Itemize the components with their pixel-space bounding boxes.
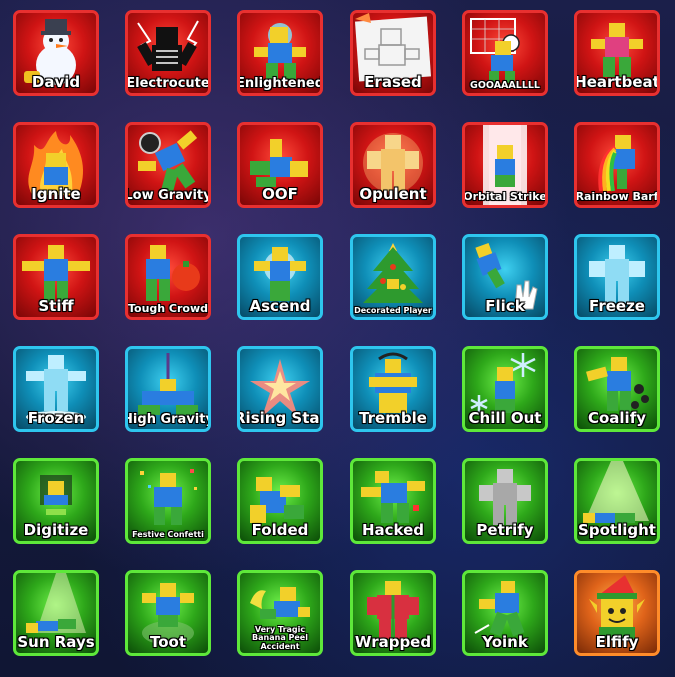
coal-icon xyxy=(586,357,649,411)
emote-tile-gooaaallll[interactable]: GOOAAALLLL xyxy=(462,10,548,96)
emote-tile-tremble[interactable]: Tremble xyxy=(350,346,436,432)
elf-hat-icon xyxy=(589,575,645,639)
emote-tile-festive-confetti[interactable]: Festive Confetti xyxy=(125,458,211,544)
emote-tile-frozen[interactable]: Frozen xyxy=(13,346,99,432)
tomato-icon xyxy=(146,245,200,301)
banana-peel-icon xyxy=(250,587,310,619)
gas-cloud-icon xyxy=(142,583,194,645)
emote-tile-coalify[interactable]: Coalify xyxy=(574,346,660,432)
emote-tile-spotlight[interactable]: Spotlight xyxy=(574,458,660,544)
emote-tile-toot[interactable]: Toot xyxy=(125,570,211,656)
emote-tile-digitize[interactable]: Digitize xyxy=(13,458,99,544)
emote-tile-opulent[interactable]: Opulent xyxy=(350,122,436,208)
sun-rays-icon xyxy=(26,573,86,633)
emote-tile-chill-out[interactable]: Chill Out xyxy=(462,346,548,432)
fallen-avatar-icon xyxy=(250,139,308,187)
emote-tile-flick[interactable]: Flick xyxy=(462,234,548,320)
snowman-icon xyxy=(24,19,76,85)
stone-avatar-icon xyxy=(479,469,531,525)
emote-tile-electrocute[interactable]: Electrocute xyxy=(125,10,211,96)
digital-cube-icon xyxy=(40,475,72,515)
heartbeat-icon xyxy=(591,23,643,77)
emote-tile-high-gravity[interactable]: High Gravity xyxy=(125,346,211,432)
spotlight-icon xyxy=(583,461,649,523)
fire-icon xyxy=(28,131,84,195)
emote-tile-tough-crowd[interactable]: Tough Crowd xyxy=(125,234,211,320)
emote-tile-sun-rays[interactable]: Sun Rays xyxy=(13,570,99,656)
astronaut-helmet-icon xyxy=(138,130,198,193)
emote-tile-low-gravity[interactable]: Low Gravity xyxy=(125,122,211,208)
emote-tile-heartbeat[interactable]: Heartbeat xyxy=(574,10,660,96)
golden-avatar-icon xyxy=(363,133,423,193)
emote-tile-rainbow-barf[interactable]: Rainbow Barf xyxy=(574,122,660,208)
t-pose-icon xyxy=(22,245,90,303)
emote-tile-folded[interactable]: Folded xyxy=(237,458,323,544)
emote-tile-orbital-strike[interactable]: Orbital Strike xyxy=(462,122,548,208)
trembling-avatar-icon xyxy=(369,352,417,413)
emote-tile-elfify[interactable]: Elfify xyxy=(574,570,660,656)
emote-tile-enlightened[interactable]: Enlightened xyxy=(237,10,323,96)
emote-tile-very-tragic-banana-peel-accident[interactable]: Very Tragic Banana Peel Accident xyxy=(237,570,323,656)
yoink-hook-icon xyxy=(474,581,525,637)
glitch-avatar-icon xyxy=(361,471,425,523)
skeleton-lightning-icon xyxy=(137,20,199,71)
christmas-tree-icon xyxy=(363,243,423,303)
emote-tile-stiff[interactable]: Stiff xyxy=(13,234,99,320)
gift-wrap-icon xyxy=(367,581,419,639)
flick-hand-icon xyxy=(475,242,538,310)
gravity-icon xyxy=(138,353,198,415)
confetti-icon xyxy=(140,469,197,525)
light-beam-icon xyxy=(483,125,527,205)
rainbow-icon xyxy=(598,135,635,192)
glowing-orb-icon xyxy=(254,23,306,79)
folded-avatar-icon xyxy=(250,477,304,523)
snowflake-icon xyxy=(470,353,536,413)
soccer-goal-icon xyxy=(470,18,520,83)
emote-tile-yoink[interactable]: Yoink xyxy=(462,570,548,656)
frozen-avatar-icon xyxy=(589,245,645,303)
emote-tile-erased[interactable]: Erased xyxy=(350,10,436,96)
emote-tile-hacked[interactable]: Hacked xyxy=(350,458,436,544)
ice-statue-icon xyxy=(26,355,86,423)
emote-tile-ignite[interactable]: Ignite xyxy=(13,122,99,208)
star-burst-icon xyxy=(250,359,310,417)
emote-tile-david[interactable]: David xyxy=(13,10,99,96)
emote-tile-decorated-player[interactable]: Decorated Player xyxy=(350,234,436,320)
emote-grid: David Electrocute Enlightened Erased GOO… xyxy=(0,0,675,677)
emote-tile-oof[interactable]: OOF xyxy=(237,122,323,208)
emote-tile-freeze[interactable]: Freeze xyxy=(574,234,660,320)
ascending-glow-icon xyxy=(254,247,306,301)
emote-tile-wrapped[interactable]: Wrapped xyxy=(350,570,436,656)
paper-sketch-icon xyxy=(354,13,432,82)
emote-tile-rising-star[interactable]: Rising Star xyxy=(237,346,323,432)
emote-tile-petrify[interactable]: Petrify xyxy=(462,458,548,544)
emote-tile-ascend[interactable]: Ascend xyxy=(237,234,323,320)
